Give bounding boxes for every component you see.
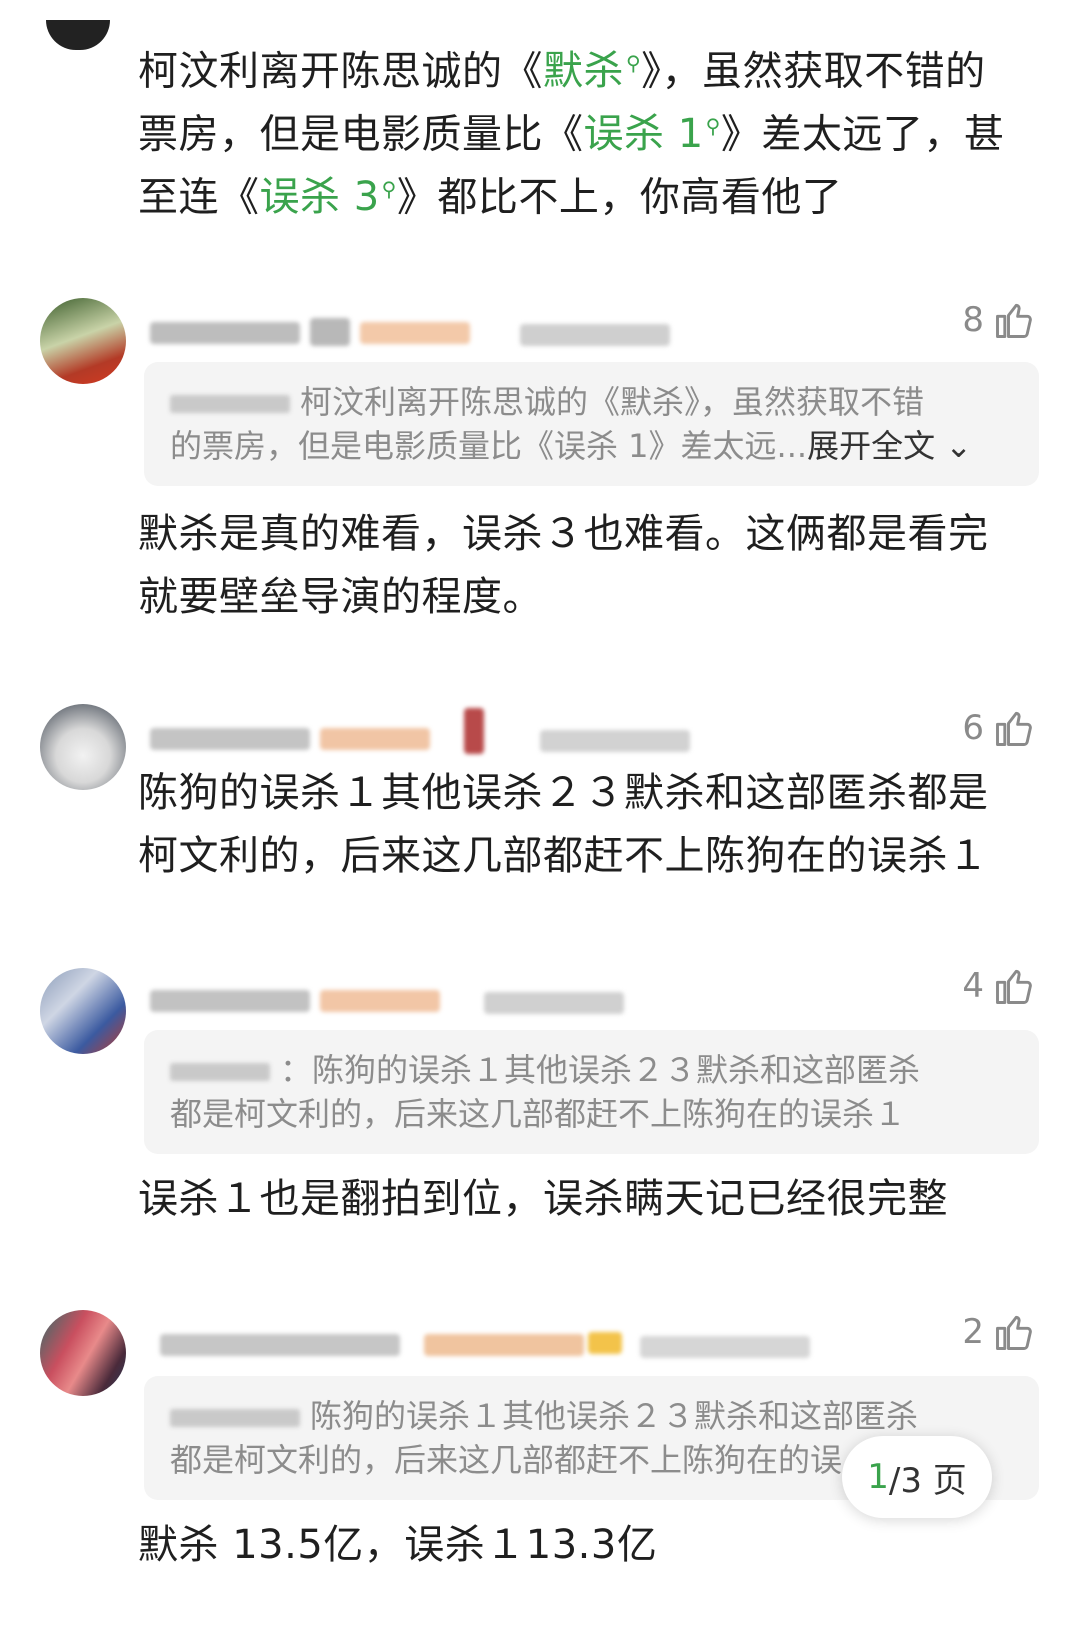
main-comment-text: 》，虽然获取不错的 [641,48,986,95]
quoted-comment[interactable]: 柯汶利离开陈思诚的《默杀》，虽然获取不错 的票房，但是电影质量比《误杀 1》差太… [144,362,1039,486]
quote-line-1: ：陈狗的误杀１其他误杀２３默杀和这部匿杀 [170,1048,1015,1092]
main-comment-line-3: 至连《误杀 3 ⚲》都比不上，你高看他了 [138,158,842,229]
like-count: 8 [962,300,984,340]
meta-redacted [640,1336,810,1358]
main-comment-text: 票房，但是电影质量比《 [138,111,584,158]
like-count: 4 [962,966,984,1006]
like-button[interactable]: 4 [962,964,1036,1008]
quote-line-2: 都是柯文利的，后来这几部都赶不上陈狗在的误杀１ [170,1095,907,1133]
badge-redacted [588,1332,622,1354]
avatar[interactable] [46,20,110,50]
quote-line-1: 陈狗的误杀１其他误杀２３默杀和这部匿杀 [170,1394,1015,1438]
total-pages: /3 页 [888,1460,967,1501]
avatar[interactable] [40,1310,126,1396]
like-count: 6 [962,708,984,748]
reply-text-line-1: 默杀是真的难看，误杀３也难看。这俩都是看完 [138,511,989,557]
reply-text-line-2: 就要壁垒导演的程度。 [138,574,543,620]
quoted-username-redacted [170,1063,270,1081]
username-redacted [310,318,350,346]
username-redacted[interactable] [150,990,310,1012]
badge-redacted [424,1334,584,1356]
meta-redacted [540,730,690,752]
current-page: 1 [867,1457,889,1497]
thumbs-up-icon [996,711,1032,746]
expand-full-text-link[interactable]: 展开全文 ⌄ [807,427,972,465]
search-icon: ⚲ [381,177,397,201]
page-indicator[interactable]: 1/3 页 [842,1436,992,1518]
topic-link-wusha-3[interactable]: 误杀 3 ⚲ [260,174,397,220]
like-button[interactable]: 6 [962,706,1036,750]
quoted-username-redacted [170,1409,300,1427]
chevron-down-icon: ⌄ [945,427,973,465]
thumbs-up-icon [996,303,1032,338]
main-comment-line-1: 柯汶利离开陈思诚的《默杀 ⚲》，虽然获取不错的 [138,32,986,103]
badge-redacted [360,322,470,344]
main-comment-line-2: 票房，但是电影质量比《误杀 1 ⚲》差太远了，甚 [138,95,1004,166]
username-redacted[interactable] [160,1334,400,1356]
meta-redacted [520,324,670,346]
quote-line-2: 的票房，但是电影质量比《误杀 1》差太远...展开全文 ⌄ [170,427,973,465]
avatar[interactable] [40,704,126,790]
badge-redacted [464,708,484,754]
avatar[interactable] [40,968,126,1054]
reply-text-line-1: 默杀 13.5亿，误杀１13.3亿 [138,1522,658,1568]
meta-redacted [484,992,624,1014]
main-comment-text: 》都比不上，你高看他了 [396,174,843,221]
quoted-comment[interactable]: ：陈狗的误杀１其他误杀２３默杀和这部匿杀 都是柯文利的，后来这几部都赶不上陈狗在… [144,1030,1039,1154]
quote-line-1: 柯汶利离开陈思诚的《默杀》，虽然获取不错 [170,380,1015,424]
like-button[interactable]: 8 [962,298,1036,342]
thumbs-up-icon [996,969,1032,1004]
main-comment-text: 柯汶利离开陈思诚的《 [138,48,543,95]
like-button[interactable]: 2 [962,1310,1036,1354]
search-icon: ⚲ [626,51,642,75]
quoted-username-redacted [170,395,290,413]
main-comment-text: 》差太远了，甚 [720,111,1005,158]
badge-redacted [320,728,430,750]
topic-link-mosha[interactable]: 默杀 ⚲ [543,48,641,94]
thumbs-up-icon [996,1315,1032,1350]
badge-redacted [320,990,440,1012]
avatar[interactable] [40,298,126,384]
main-comment-text: 至连《 [138,174,260,221]
username-redacted[interactable] [150,322,300,344]
like-count: 2 [962,1312,984,1352]
reply-text-line-1: 陈狗的误杀１其他误杀２３默杀和这部匿杀都是 [138,770,989,816]
search-icon: ⚲ [705,114,721,138]
topic-link-wusha-1[interactable]: 误杀 1 ⚲ [584,111,721,157]
reply-text-line-2: 柯文利的，后来这几部都赶不上陈狗在的误杀１ [138,833,989,879]
reply-text-line-1: 误杀１也是翻拍到位，误杀瞒天记已经很完整 [138,1176,948,1222]
username-redacted[interactable] [150,728,310,750]
